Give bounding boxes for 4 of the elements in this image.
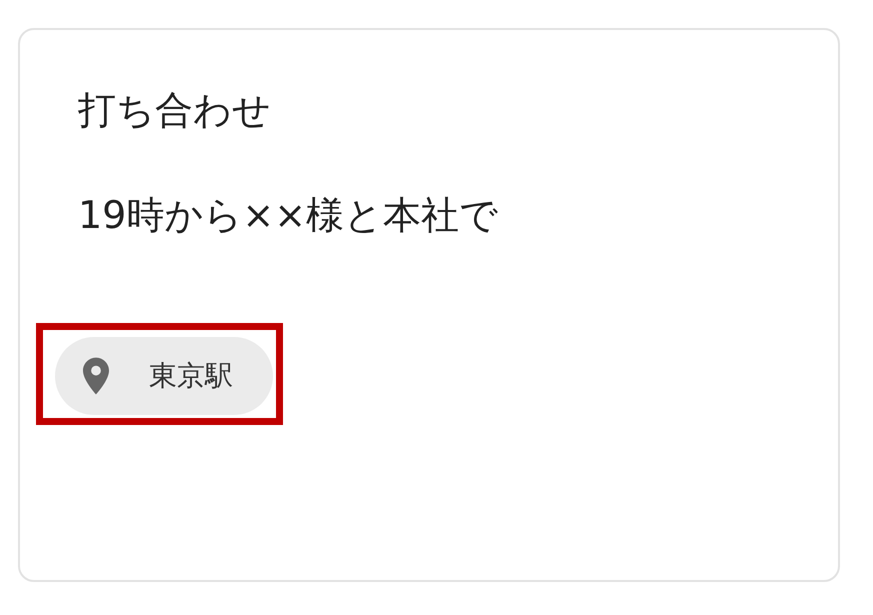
note-title: 打ち合わせ [78, 87, 271, 134]
note-text: 19時から××様と本社で [78, 192, 498, 239]
location-chip[interactable]: 東京駅 [55, 337, 273, 415]
location-pin-icon [83, 357, 109, 395]
